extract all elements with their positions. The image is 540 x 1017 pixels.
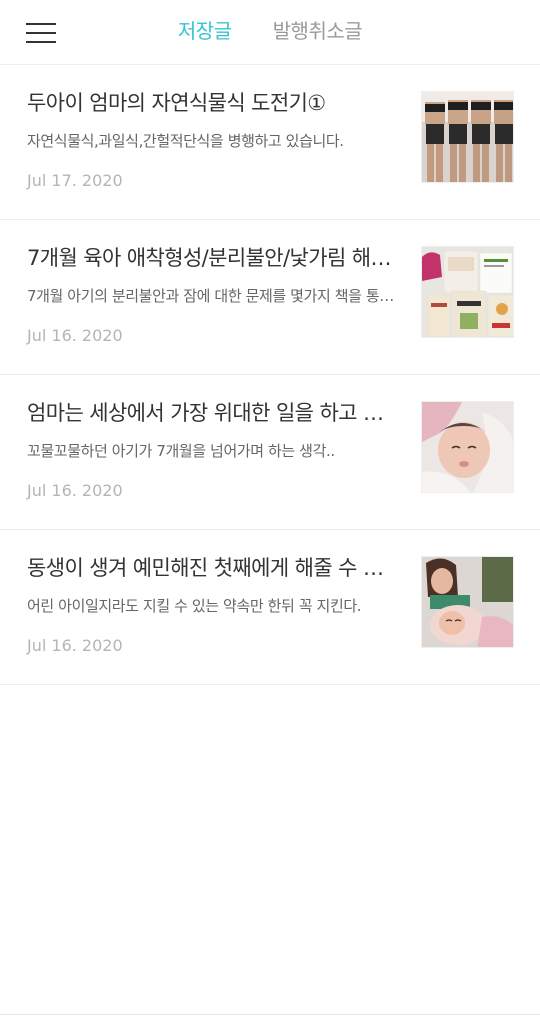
post-list-item[interactable]: 엄마는 세상에서 가장 위대한 일을 하고 있다 꼬물꼬물하던 아기가 7개월을…: [0, 375, 540, 530]
siblings-photo-icon: [422, 557, 513, 647]
post-date: Jul 16. 2020: [27, 326, 123, 345]
post-thumbnail: [421, 91, 514, 183]
baby-in-blanket-photo-icon: [422, 402, 513, 492]
post-thumbnail: [421, 246, 514, 338]
post-thumbnail: [421, 556, 514, 648]
post-list-item[interactable]: 두아이 엄마의 자연식물식 도전기① 자연식물식,과일식,간헐적단식을 병행하고…: [0, 65, 540, 220]
post-list-item[interactable]: 동생이 생겨 예민해진 첫째에게 해줄 수 있는 것 어린 아이일지라도 지킬 …: [0, 530, 540, 685]
tab-saved-posts[interactable]: 저장글: [160, 0, 250, 64]
post-date: Jul 16. 2020: [27, 636, 123, 655]
tab-bar: 저장글 발행취소글: [0, 0, 540, 64]
post-title: 7개월 육아 애착형성/분리불안/낯가림 해결법: [27, 246, 395, 270]
post-list: 두아이 엄마의 자연식물식 도전기① 자연식물식,과일식,간헐적단식을 병행하고…: [0, 65, 540, 685]
bottom-divider: [0, 1014, 540, 1015]
post-summary: 자연식물식,과일식,간헐적단식을 병행하고 있습니다.: [27, 132, 344, 150]
post-summary: 어린 아이일지라도 지킬 수 있는 약속만 한뒤 꼭 지킨다.: [27, 597, 362, 615]
post-summary: 꼬물꼬물하던 아기가 7개월을 넘어가며 하는 생각..: [27, 442, 335, 460]
post-thumbnail: [421, 401, 514, 493]
app-screen: 저장글 발행취소글 두아이 엄마의 자연식물식 도전기① 자연식물식,과일식,간…: [0, 0, 540, 1017]
post-date: Jul 16. 2020: [27, 481, 123, 500]
post-date: Jul 17. 2020: [27, 171, 123, 190]
tab-unpublished-posts[interactable]: 발행취소글: [255, 0, 381, 64]
post-list-item[interactable]: 7개월 육아 애착형성/분리불안/낯가림 해결법 7개월 아기의 분리불안과 잠…: [0, 220, 540, 375]
body-progress-photo-icon: [422, 92, 513, 182]
top-bar: 저장글 발행취소글: [0, 0, 540, 65]
post-title: 동생이 생겨 예민해진 첫째에게 해줄 수 있는 것: [27, 556, 395, 580]
parenting-books-photo-icon: [422, 247, 513, 337]
post-title: 엄마는 세상에서 가장 위대한 일을 하고 있다: [27, 401, 395, 425]
post-summary: 7개월 아기의 분리불안과 잠에 대한 문제를 몇가지 책을 통해 알게 되었다: [27, 287, 395, 305]
post-title: 두아이 엄마의 자연식물식 도전기①: [27, 91, 326, 115]
